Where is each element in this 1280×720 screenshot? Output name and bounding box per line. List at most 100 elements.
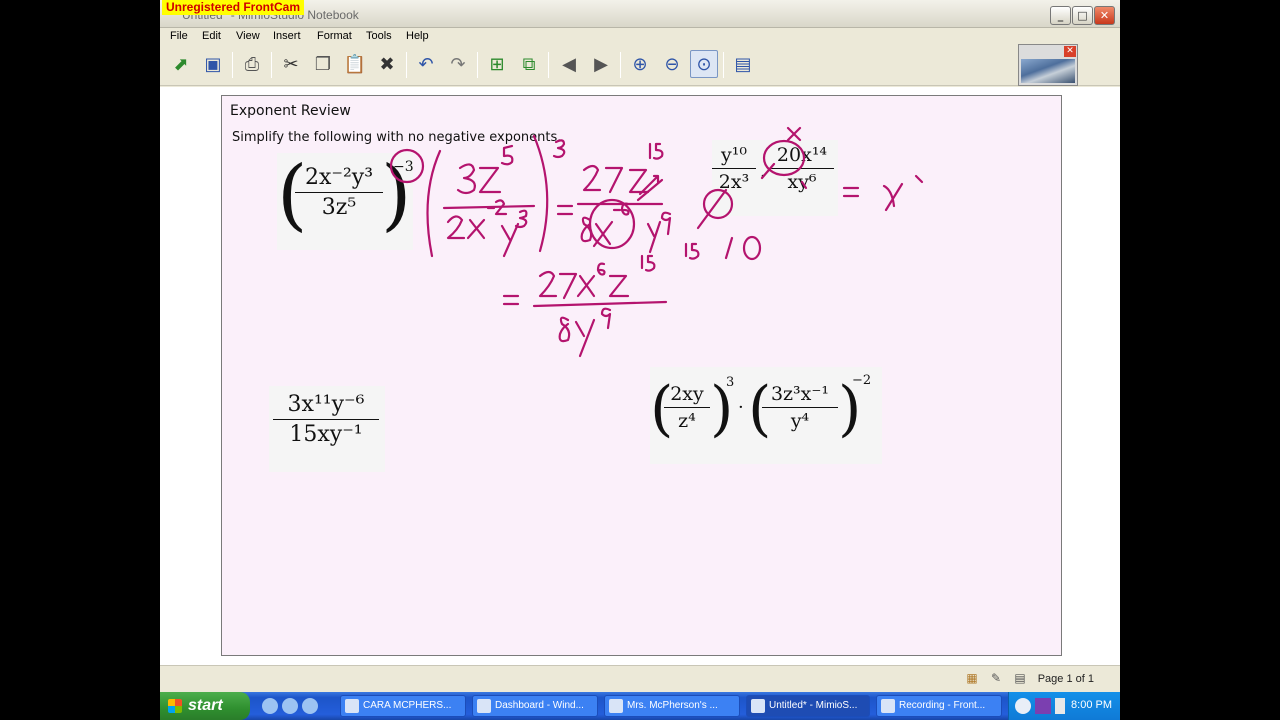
open-icon[interactable]: ⬈	[167, 50, 195, 78]
ink-letter	[646, 220, 662, 254]
screen: Untitled* - MimioStudio Notebook Unregis…	[160, 0, 1120, 720]
ink-digit	[742, 235, 762, 261]
screen-icon[interactable]: ▤	[729, 50, 757, 78]
ink-digit	[446, 215, 466, 240]
menu-insert[interactable]: Insert	[273, 30, 301, 42]
ink-digit	[684, 242, 700, 260]
window-icon	[609, 699, 623, 713]
window-icon	[751, 699, 765, 713]
ink-digit	[600, 307, 612, 330]
maximize-icon[interactable]: □	[1072, 6, 1093, 25]
ink-circle	[389, 148, 425, 184]
undo-icon[interactable]: ↶	[412, 50, 440, 78]
zoom-fit-icon[interactable]: ⊙	[690, 50, 718, 78]
ink-cross	[786, 126, 802, 142]
layers-icon[interactable]: ▤	[1012, 671, 1028, 687]
canvas-area[interactable]: Exponent Review Simplify the following w…	[160, 87, 1120, 720]
page-thumbnail[interactable]	[1021, 59, 1075, 83]
toolbar: ⬈ ▣ ⎙ ✂ ❐ 📋 ✖ ↶ ↷ ⊞ ⧉ ◀ ▶ ⊕ ⊖ ⊙ ▤	[160, 46, 1120, 86]
minimize-icon[interactable]: _	[1050, 6, 1071, 25]
cut-icon[interactable]: ✂	[277, 50, 305, 78]
notebook-page[interactable]: Exponent Review Simplify the following w…	[221, 95, 1062, 656]
zoom-out-icon[interactable]: ⊖	[658, 50, 686, 78]
pen-icon[interactable]: ✎	[988, 671, 1004, 687]
ink-letter	[608, 274, 630, 298]
ink-letter	[882, 182, 904, 212]
clock: 8:00 PM	[1071, 699, 1112, 711]
delete-icon[interactable]: ✖	[373, 50, 401, 78]
start-button[interactable]: start	[160, 692, 250, 720]
menu-format[interactable]: Format	[317, 30, 352, 42]
menu-tools[interactable]: Tools	[366, 30, 392, 42]
tray-icon[interactable]	[1055, 698, 1065, 714]
ink-stroke	[502, 294, 520, 306]
ink-digit	[500, 144, 514, 166]
page-count: Page 1 of 1	[1037, 673, 1094, 685]
title-bar: Untitled* - MimioStudio Notebook Unregis…	[160, 0, 1120, 28]
ink-digit	[538, 270, 558, 298]
start-label: start	[188, 697, 223, 714]
previous-page-icon[interactable]: ◀	[555, 50, 583, 78]
paste-icon[interactable]: 📋	[341, 50, 369, 78]
ink-letter	[466, 218, 486, 240]
window-icon	[345, 699, 359, 713]
window-icon	[881, 699, 895, 713]
menu-view[interactable]: View	[236, 30, 260, 42]
system-tray: 8:00 PM	[1008, 692, 1120, 720]
page-settings-icon[interactable]: ▦	[964, 671, 980, 687]
ink-stroke	[532, 300, 668, 308]
taskbar-item[interactable]: Recording - Front...	[876, 695, 1002, 717]
ink-digit	[604, 166, 624, 194]
new-page-icon[interactable]: ⊞	[483, 50, 511, 78]
close-icon[interactable]: ✕	[1064, 46, 1076, 57]
menu-edit[interactable]: Edit	[202, 30, 221, 42]
page-thumbnail-panel[interactable]: ✕	[1018, 44, 1078, 86]
taskbar-item[interactable]: Mrs. McPherson's ...	[604, 695, 740, 717]
ink-stroke	[914, 174, 924, 184]
ink-stroke	[842, 186, 860, 198]
ink-layer[interactable]	[222, 96, 1063, 657]
save-icon[interactable]: ▣	[199, 50, 227, 78]
ink-digit	[648, 142, 664, 160]
ink-letter	[574, 318, 596, 358]
ink-letter	[576, 274, 596, 298]
ink-digit	[724, 236, 734, 260]
duplicate-page-icon[interactable]: ⧉	[515, 50, 543, 78]
ie-icon[interactable]	[282, 698, 298, 714]
ink-stroke	[556, 204, 574, 216]
windows-logo-icon	[168, 699, 182, 713]
print-icon[interactable]: ⎙	[238, 50, 266, 78]
taskbar-item[interactable]: Dashboard - Wind...	[472, 695, 598, 717]
ink-letter	[478, 166, 502, 194]
ink-digit	[558, 316, 571, 343]
ink-digit	[640, 254, 656, 272]
ink-digit	[582, 164, 602, 192]
ink-digit	[660, 211, 672, 236]
taskbar-item-active[interactable]: Untitled* - MimioS...	[746, 695, 870, 717]
browser-icon[interactable]	[262, 698, 278, 714]
ink-stroke	[696, 188, 728, 230]
watermark-label: Unregistered FrontCam	[162, 0, 305, 15]
taskbar-item[interactable]: CARA MCPHERS...	[340, 695, 466, 717]
zoom-in-icon[interactable]: ⊕	[626, 50, 654, 78]
menu-file[interactable]: File	[170, 30, 188, 42]
taskbar: start CARA MCPHERS... Dashboard - Wind..…	[160, 692, 1120, 720]
status-bar: ▦ ✎ ▤ Page 1 of 1	[160, 665, 1120, 692]
tray-icon[interactable]	[1015, 698, 1031, 714]
ink-digit	[552, 139, 566, 159]
copy-icon[interactable]: ❐	[309, 50, 337, 78]
window-icon	[477, 699, 491, 713]
redo-icon[interactable]: ↷	[444, 50, 472, 78]
onenote-icon[interactable]	[1035, 698, 1051, 714]
next-page-icon[interactable]: ▶	[587, 50, 615, 78]
menu-bar: File Edit View Insert Format Tools Help	[160, 28, 1120, 46]
ink-stroke	[532, 134, 549, 253]
close-icon[interactable]: ✕	[1094, 6, 1115, 25]
ink-stroke	[800, 180, 808, 190]
ink-digit	[596, 262, 606, 276]
menu-help[interactable]: Help	[406, 30, 429, 42]
ink-digit	[558, 272, 578, 300]
ink-letter	[500, 222, 520, 258]
ink-stroke	[426, 149, 442, 258]
app-icon[interactable]	[302, 698, 318, 714]
